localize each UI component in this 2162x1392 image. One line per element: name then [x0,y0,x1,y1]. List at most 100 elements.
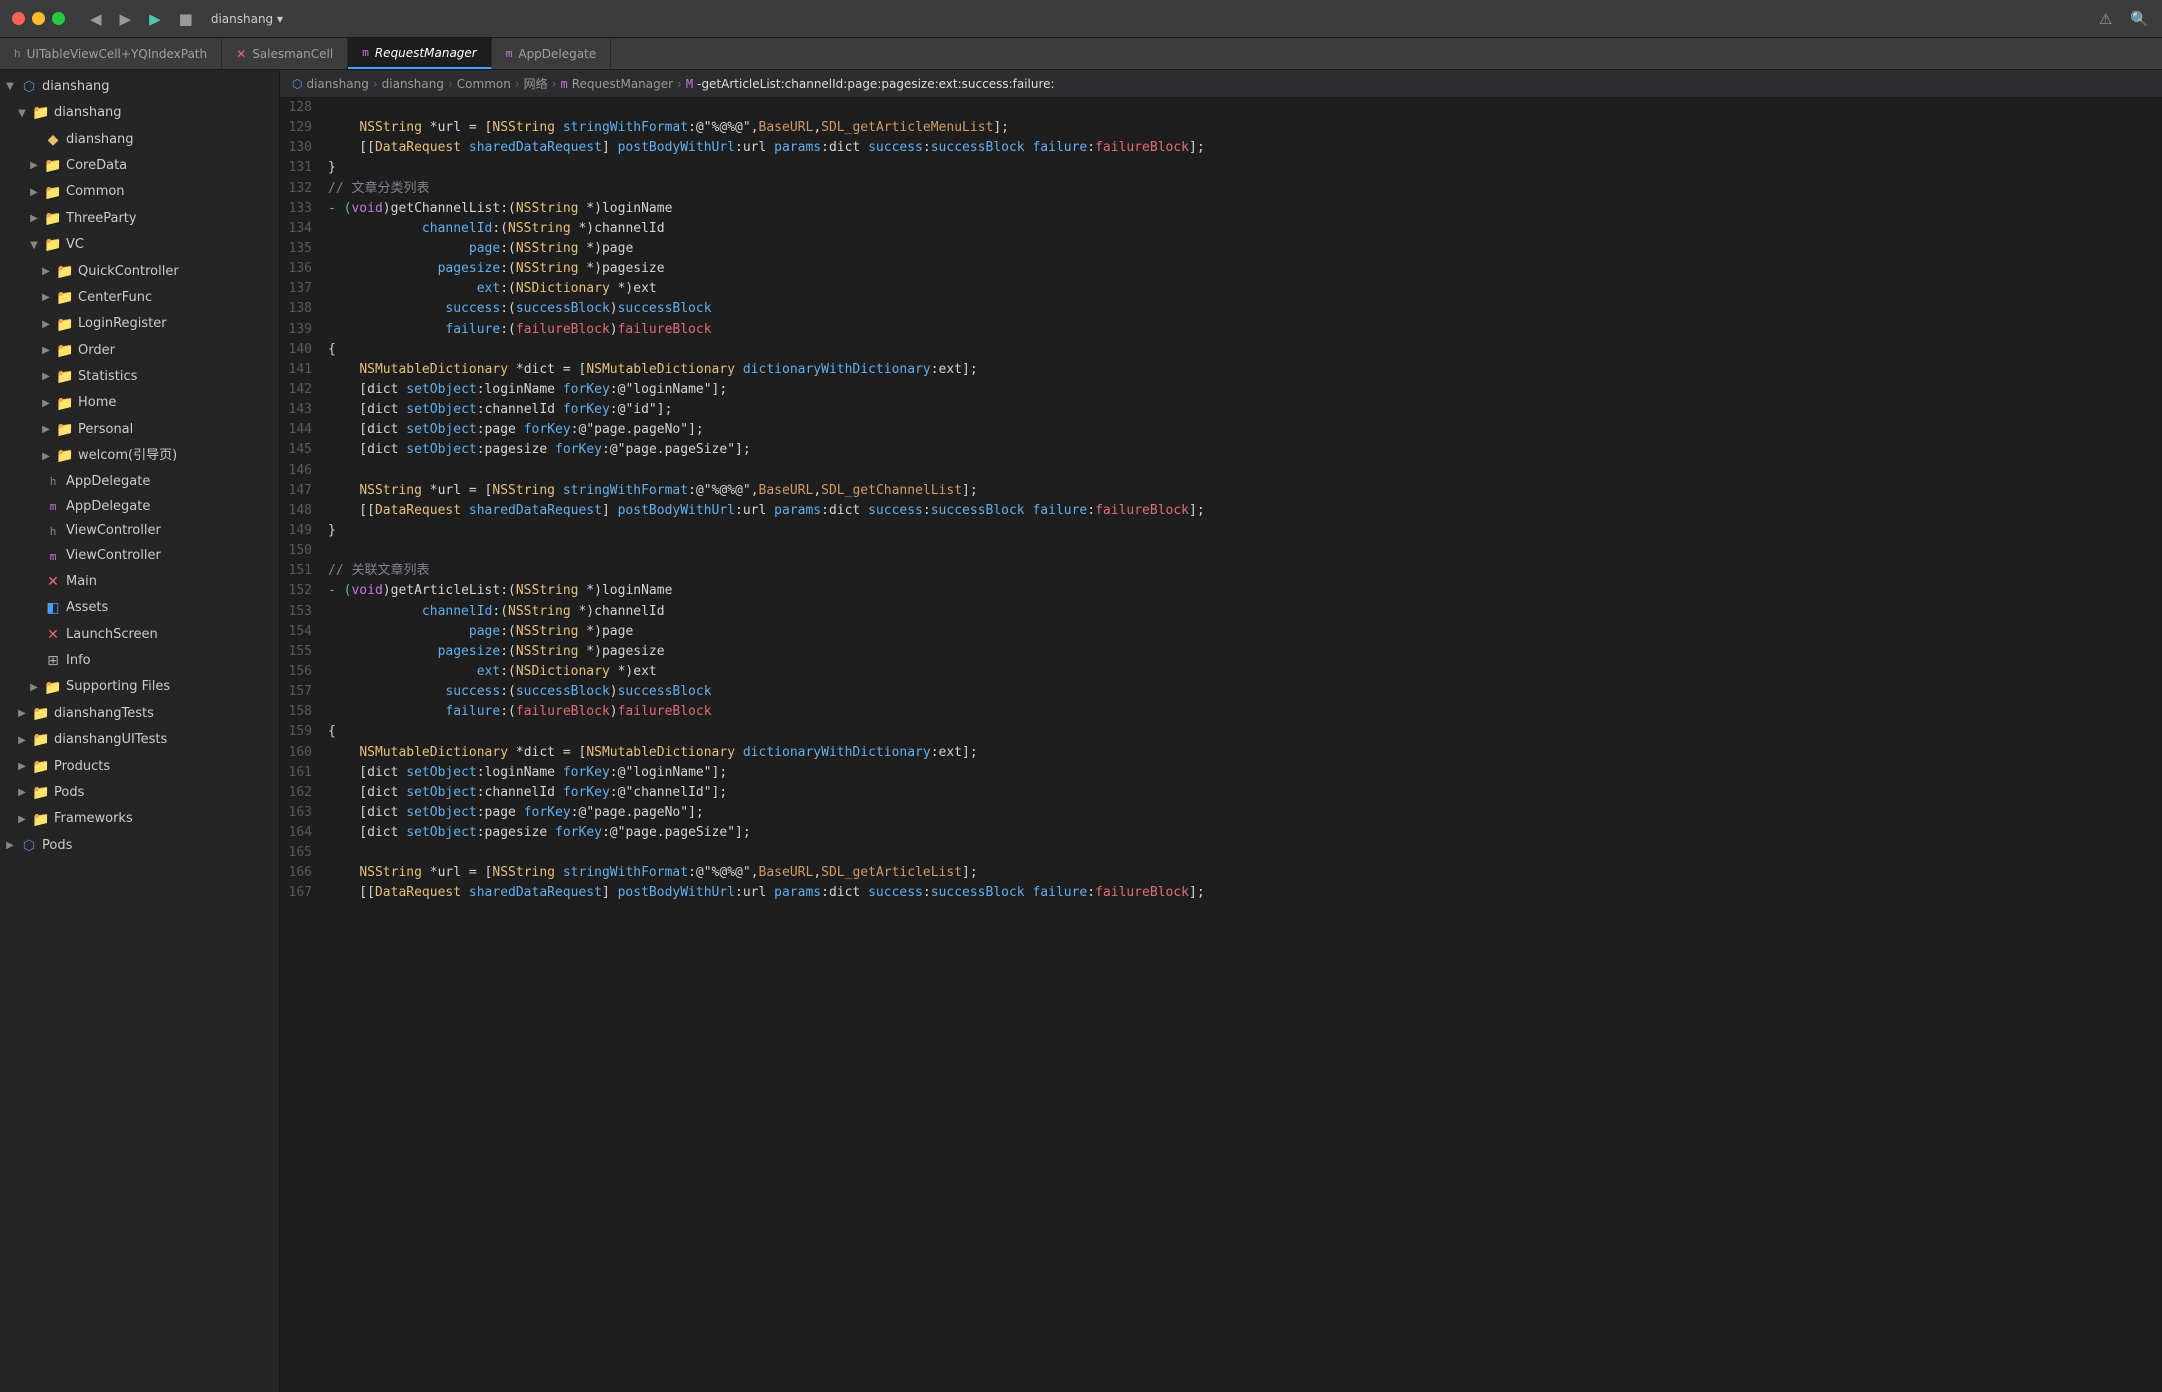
table-row: 130 [[DataRequest sharedDataRequest] pos… [280,138,2162,158]
close-button[interactable] [12,12,25,25]
sidebar-item-dianshang-target[interactable]: ◆ dianshang [0,127,279,153]
table-row: 157 success:(successBlock)successBlock [280,682,2162,702]
line-content: NSMutableDictionary *dict = [NSMutableDi… [328,360,2162,380]
line-number: 132 [280,179,328,199]
arrow-icon: ▶ [28,680,40,696]
scheme-selector[interactable]: dianshang ▾ [206,10,288,28]
line-content: NSString *url = [NSString stringWithForm… [328,863,2162,883]
table-row: 145 [dict setObject:pagesize forKey:@"pa… [280,440,2162,460]
arrow-icon: ▶ [16,759,28,775]
sidebar-item-label: Pods [54,783,84,804]
run-icon[interactable]: ▶ [144,8,166,30]
sidebar-item-order[interactable]: ▶ 📁 Order [0,338,279,364]
breadcrumb-sep: › [373,77,378,91]
table-row: 155 pagesize:(NSString *)pagesize [280,642,2162,662]
stop-icon[interactable]: ■ [174,8,198,30]
sidebar-item-pods[interactable]: ▶ 📁 Pods [0,780,279,806]
table-row: 141 NSMutableDictionary *dict = [NSMutab… [280,360,2162,380]
tab-label: SalesmanCell [252,47,333,61]
sidebar-item-supporting-files[interactable]: ▶ 📁 Supporting Files [0,675,279,701]
sidebar-item-main[interactable]: ✕ Main [0,569,279,595]
line-content: failure:(failureBlock)failureBlock [328,320,2162,340]
sidebar-item-welcom[interactable]: ▶ 📁 welcom(引导页) [0,443,279,469]
line-content: - (void)getChannelList:(NSString *)login… [328,199,2162,219]
arrow-icon: ▼ [4,79,16,95]
tab-uitableviewcell[interactable]: h UITableViewCell+YQIndexPath [0,38,222,69]
arrow-icon: ▶ [28,211,40,227]
tab-salesmancell[interactable]: ✕ SalesmanCell [222,38,348,69]
warning-icon[interactable]: ⚠ [2094,8,2117,30]
minimize-button[interactable] [32,12,45,25]
line-number: 140 [280,340,328,360]
line-content: failure:(failureBlock)failureBlock [328,702,2162,722]
search-icon[interactable]: 🔍 [2125,8,2154,30]
table-row: 151// 关联文章列表 [280,561,2162,581]
line-content: [dict setObject:loginName forKey:@"login… [328,763,2162,783]
sidebar-item-viewcontroller-m[interactable]: m ViewController [0,544,279,569]
table-row: 160 NSMutableDictionary *dict = [NSMutab… [280,743,2162,763]
table-row: 132// 文章分类列表 [280,179,2162,199]
sidebar-item-products[interactable]: ▶ 📁 Products [0,754,279,780]
line-number: 148 [280,501,328,521]
table-row: 159{ [280,722,2162,742]
breadcrumb-sep: › [515,77,520,91]
sidebar-item-centerfunc[interactable]: ▶ 📁 CenterFunc [0,285,279,311]
line-number: 158 [280,702,328,722]
folder-icon: 📁 [56,393,74,415]
breadcrumb-common[interactable]: Common [457,77,511,91]
sidebar-item-vc[interactable]: ▼ 📁 VC [0,232,279,258]
line-content: [dict setObject:page forKey:@"page.pageN… [328,803,2162,823]
plist-icon: ⊞ [44,650,62,672]
sidebar-item-assets[interactable]: ◧ Assets [0,595,279,621]
breadcrumb-requestmanager[interactable]: RequestManager [572,77,673,91]
sidebar-item-loginregister[interactable]: ▶ 📁 LoginRegister [0,312,279,338]
breadcrumb-part[interactable]: ⬡ [292,77,302,91]
sidebar-item-dianshang-group[interactable]: ▼ 📁 dianshang [0,100,279,126]
breadcrumb-M[interactable]: M [686,77,693,91]
sidebar-item-coredata[interactable]: ▶ 📁 CoreData [0,153,279,179]
sidebar-item-common[interactable]: ▶ 📁 Common [0,180,279,206]
breadcrumb-method: -getArticleList:channelId:page:pagesize:… [697,77,1054,91]
folder-icon: 📁 [56,314,74,336]
sidebar-item-appdelegate-m[interactable]: m AppDelegate [0,495,279,520]
maximize-button[interactable] [52,12,65,25]
sidebar-item-label: Home [78,393,116,414]
sidebar-item-label: Main [66,572,97,593]
sidebar-item-label: Personal [78,420,133,441]
breadcrumb-m[interactable]: m [560,77,567,91]
impl-file-icon: m [44,498,62,516]
sidebar-item-dianshanguitests[interactable]: ▶ 📁 dianshangUITests [0,727,279,753]
arrow-icon: ▶ [40,343,52,359]
back-icon[interactable]: ◀ [85,8,107,30]
breadcrumb-dianshang[interactable]: dianshang [306,77,368,91]
sidebar-item-frameworks[interactable]: ▶ 📁 Frameworks [0,807,279,833]
sidebar-item-quickcontroller[interactable]: ▶ 📁 QuickController [0,259,279,285]
tab-requestmanager[interactable]: m RequestManager [348,38,492,69]
line-content: [dict setObject:pagesize forKey:@"page.p… [328,440,2162,460]
sidebar[interactable]: ▼ ⬡ dianshang ▼ 📁 dianshang ◆ dianshang … [0,70,280,1392]
tab-appdelegate[interactable]: m AppDelegate [492,38,611,69]
sidebar-item-label: CoreData [66,156,127,177]
arrow-icon: ▶ [16,733,28,749]
sidebar-item-viewcontroller-h[interactable]: h ViewController [0,519,279,544]
sidebar-item-personal[interactable]: ▶ 📁 Personal [0,417,279,443]
sidebar-item-statistics[interactable]: ▶ 📁 Statistics [0,364,279,390]
sidebar-item-launchscreen[interactable]: ✕ LaunchScreen [0,622,279,648]
sidebar-item-info[interactable]: ⊞ Info [0,648,279,674]
forward-icon[interactable]: ▶ [115,8,137,30]
sidebar-item-label: VC [66,235,84,256]
table-row: 164 [dict setObject:pagesize forKey:@"pa… [280,823,2162,843]
breadcrumb-network[interactable]: 网络 [524,75,548,92]
sidebar-item-pods-root[interactable]: ▶ ⬡ Pods [0,833,279,859]
sidebar-item-dianshangtests[interactable]: ▶ 📁 dianshangTests [0,701,279,727]
sidebar-item-home[interactable]: ▶ 📁 Home [0,391,279,417]
sidebar-item-threeparty[interactable]: ▶ 📁 ThreeParty [0,206,279,232]
tab-close-icon: ✕ [236,47,246,61]
breadcrumb-dianshang2[interactable]: dianshang [382,77,444,91]
sidebar-item-appdelegate-h[interactable]: h AppDelegate [0,470,279,495]
line-content: { [328,722,2162,742]
sidebar-item-label: Frameworks [54,809,133,830]
code-table: 128 129 NSString *url = [NSString string… [280,98,2162,904]
code-editor[interactable]: 128 129 NSString *url = [NSString string… [280,98,2162,1392]
sidebar-item-root-dianshang[interactable]: ▼ ⬡ dianshang [0,74,279,100]
